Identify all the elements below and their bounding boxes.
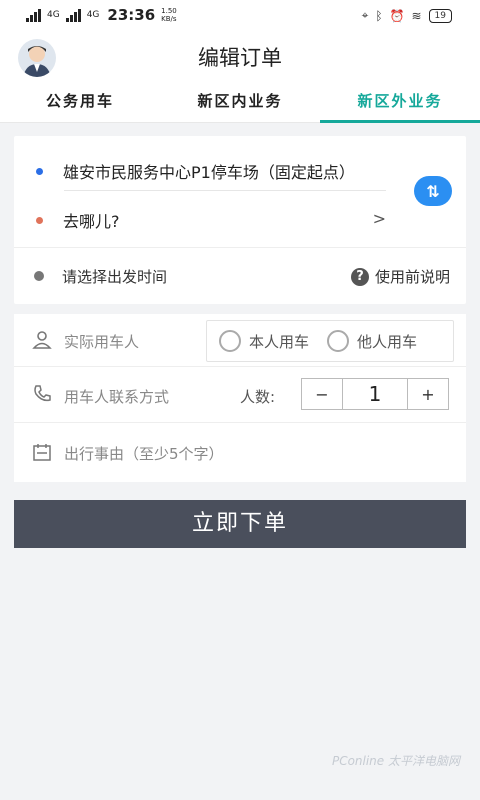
- chevron-right-icon: >: [372, 209, 386, 228]
- status-right: ⌖ ᛒ ⏰ ≋ 19: [362, 8, 452, 23]
- radio-self[interactable]: 本人用车: [219, 330, 309, 352]
- status-left: 4G 4G 23:36 1.50 KB/s: [26, 6, 177, 24]
- departure-time-placeholder: 请选择出发时间: [62, 267, 168, 286]
- submit-order-button[interactable]: 立即下单: [14, 500, 466, 548]
- tab-official-car[interactable]: 公务用车: [0, 80, 160, 122]
- net-speed: 1.50 KB/s: [161, 7, 177, 23]
- location-icon: ⌖: [361, 8, 369, 22]
- wifi-icon: ≋: [411, 8, 422, 23]
- radio-other[interactable]: 他人用车: [327, 330, 417, 352]
- increment-button[interactable]: +: [408, 385, 448, 404]
- status-bar: 4G 4G 23:36 1.50 KB/s ⌖ ᛒ ⏰ ≋ 19: [0, 0, 480, 34]
- passenger-label: 实际用车人: [64, 333, 140, 351]
- passenger-type-selector: 本人用车 他人用车: [206, 320, 454, 362]
- radio-self-label: 本人用车: [249, 332, 310, 351]
- destination-text: 去哪儿?: [63, 212, 120, 231]
- decrement-button[interactable]: −: [302, 385, 342, 404]
- network-label-2: 4G: [86, 10, 100, 20]
- trip-reason-input[interactable]: 出行事由（至少5个字）: [64, 443, 224, 464]
- alarm-icon: ⏰: [389, 8, 405, 23]
- question-icon: ?: [350, 267, 369, 286]
- bluetooth-icon: ᛒ: [375, 8, 383, 23]
- swap-button[interactable]: ⇅: [414, 176, 452, 206]
- divider: [64, 190, 386, 191]
- network-label-1: 4G: [47, 10, 60, 20]
- phone-icon: [34, 385, 51, 402]
- swap-arrows-icon: ⇅: [426, 181, 440, 201]
- radio-circle-icon: [327, 330, 350, 352]
- origin-text: 雄安市民服务中心P1停车场（固定起点）: [63, 163, 355, 182]
- usage-help-link[interactable]: ? 使用前说明: [350, 266, 450, 287]
- clock-time: 23:36: [107, 6, 156, 24]
- person-icon: [32, 331, 52, 349]
- people-count-label: 人数:: [240, 388, 276, 406]
- radio-circle-icon: [219, 330, 241, 352]
- net-speed-unit: KB/s: [161, 15, 177, 23]
- signal-icon-2: [65, 8, 81, 22]
- usage-help-label: 使用前说明: [374, 268, 450, 286]
- origin-row[interactable]: 雄安市民服务中心P1停车场（固定起点）: [14, 146, 466, 196]
- tab-inside-district[interactable]: 新区内业务: [160, 80, 320, 122]
- watermark: PConline 太平洋电脑网: [331, 754, 460, 768]
- divider: [14, 366, 466, 367]
- radio-other-label: 他人用车: [357, 332, 418, 351]
- people-count-value[interactable]: 1: [342, 379, 408, 409]
- order-form-card: 实际用车人 本人用车 他人用车 用车人联系方式 人数: − 1 + 出行事由（至…: [14, 314, 466, 482]
- origin-dot-icon: [36, 167, 43, 175]
- page-title: 编辑订单: [198, 46, 282, 70]
- net-speed-value: 1.50: [161, 7, 177, 15]
- signal-icon: [26, 8, 41, 22]
- calendar-icon: [33, 444, 51, 461]
- people-count-stepper: − 1 +: [301, 378, 449, 410]
- contact-input[interactable]: 用车人联系方式: [64, 386, 169, 407]
- route-card: 雄安市民服务中心P1停车场（固定起点） 去哪儿? > ⇅ 请选择出发时间 ? 使…: [14, 136, 466, 304]
- destination-row[interactable]: 去哪儿?: [14, 192, 466, 248]
- destination-dot-icon: [36, 216, 43, 224]
- tab-bar: 公务用车 新区内业务 新区外业务: [0, 80, 480, 123]
- divider: [14, 422, 466, 423]
- tab-outside-district[interactable]: 新区外业务: [320, 80, 480, 123]
- battery-icon: 19: [428, 8, 452, 23]
- header: 编辑订单: [0, 34, 480, 81]
- clock-icon: [34, 271, 44, 281]
